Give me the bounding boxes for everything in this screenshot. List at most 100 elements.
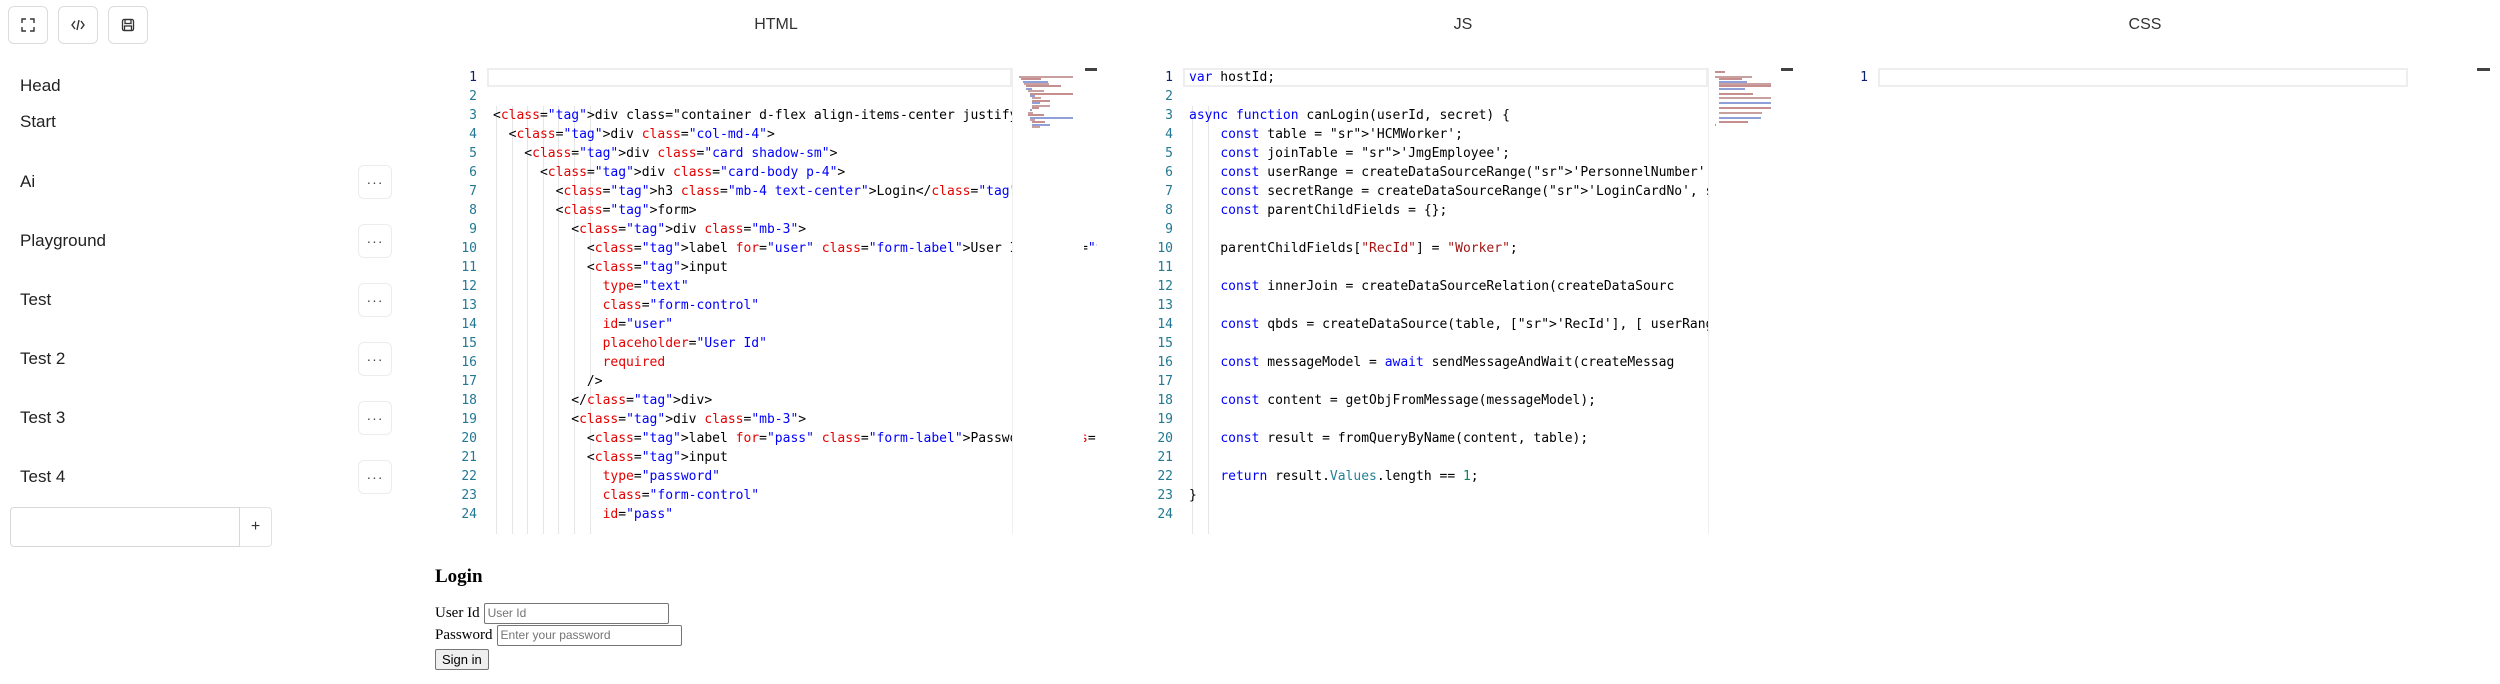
- code-line[interactable]: [1189, 505, 1793, 524]
- code-line[interactable]: async function canLogin(userId, secret) …: [1189, 106, 1793, 125]
- code-line[interactable]: <class="tag">label for="user" class="for…: [493, 239, 1097, 258]
- code-line[interactable]: var hostId;: [1189, 68, 1793, 87]
- code-line[interactable]: type="password": [493, 467, 1097, 486]
- line-number: 3: [469, 108, 477, 123]
- code-line[interactable]: [493, 87, 1097, 106]
- vertical-scrollbar[interactable]: [2477, 68, 2490, 71]
- line-number: 18: [461, 393, 477, 408]
- code-line[interactable]: const table = "sr">'HCMWorker';: [1189, 125, 1793, 144]
- sidebar-item-test-4[interactable]: Test 4 ···: [0, 457, 392, 497]
- js-code-editor[interactable]: 1 2 3 4 5 6 7 8 9 10 11 12 13 14 15 16 17 18 19 20 21 22 23 24 …: [1131, 68, 1793, 534]
- code-line[interactable]: [1189, 296, 1793, 315]
- line-number: 9: [469, 222, 477, 237]
- line-number: 17: [1157, 374, 1173, 389]
- html-code-editor[interactable]: 1 2 3 4 5 6 7 8 9 10 11 12 13 14 15 16 17 18 19 20 21 22 23 24 …: [435, 68, 1097, 534]
- code-line[interactable]: return result.Values.length == 1;: [1189, 467, 1793, 486]
- more-options-button[interactable]: ···: [358, 460, 392, 494]
- code-lines[interactable]: [1884, 68, 2490, 87]
- fullscreen-button[interactable]: [8, 6, 48, 44]
- line-number: 2: [469, 89, 477, 104]
- code-line[interactable]: <class="tag">div class="mb-3">: [493, 220, 1097, 239]
- code-line[interactable]: parentChildFields["RecId"] = "Worker";: [1189, 239, 1793, 258]
- more-options-button[interactable]: ···: [358, 401, 392, 435]
- minimap[interactable]: [1012, 68, 1084, 534]
- sidebar-item-test-3[interactable]: Test 3 ···: [0, 398, 392, 438]
- minimap[interactable]: [1708, 68, 1780, 534]
- code-line[interactable]: const userRange = createDataSourceRange(…: [1189, 163, 1793, 182]
- user-id-row: User Id: [435, 602, 682, 624]
- code-line[interactable]: [1884, 68, 2490, 87]
- more-options-button[interactable]: ···: [358, 165, 392, 199]
- more-options-button[interactable]: ···: [358, 283, 392, 317]
- code-line[interactable]: const messageModel = await sendMessageAn…: [1189, 353, 1793, 372]
- add-item-button[interactable]: +: [240, 507, 272, 547]
- line-number: 7: [1165, 184, 1173, 199]
- code-line[interactable]: [1189, 372, 1793, 391]
- code-line[interactable]: id="pass": [493, 505, 1097, 524]
- sidebar-item-test-2[interactable]: Test 2 ···: [0, 339, 392, 379]
- code-line[interactable]: <class="tag">div class="card shadow-sm">: [493, 144, 1097, 163]
- code-line[interactable]: [493, 68, 1097, 87]
- sidebar-item-label: Ai: [20, 172, 36, 191]
- code-line[interactable]: const parentChildFields = {};: [1189, 201, 1793, 220]
- minimap-line: [1029, 116, 1073, 119]
- code-line[interactable]: [1189, 258, 1793, 277]
- minimap-line: [1718, 107, 1771, 109]
- ellipsis-icon: ···: [366, 351, 384, 367]
- more-options-button[interactable]: ···: [358, 224, 392, 258]
- html-panel-title: HTML: [754, 16, 798, 33]
- code-line[interactable]: </class="tag">div>: [493, 391, 1097, 410]
- code-line[interactable]: <class="tag">label for="pass" class="for…: [493, 429, 1097, 448]
- code-line[interactable]: <class="tag">form>: [493, 201, 1097, 220]
- user-id-input[interactable]: [483, 602, 669, 624]
- code-line[interactable]: [1189, 87, 1793, 106]
- vertical-scrollbar[interactable]: [1781, 68, 1793, 71]
- css-code-editor[interactable]: 1: [1826, 68, 2490, 534]
- code-line[interactable]: id="user": [493, 315, 1097, 334]
- code-line[interactable]: [1189, 410, 1793, 429]
- code-lines[interactable]: var hostId; async function canLogin(user…: [1189, 68, 1793, 524]
- code-line[interactable]: }: [1189, 486, 1793, 505]
- code-line[interactable]: const result = fromQueryByName(content, …: [1189, 429, 1793, 448]
- code-line[interactable]: [1189, 334, 1793, 353]
- sidebar-item-label: Test: [20, 290, 52, 309]
- code-line[interactable]: <class="tag">h3 class="mb-4 text-center"…: [493, 182, 1097, 201]
- code-line[interactable]: <class="tag">div class="mb-3">: [493, 410, 1097, 429]
- code-lines[interactable]: <class="tag">div class="container d-flex…: [493, 68, 1097, 524]
- sidebar-start-label[interactable]: Start: [20, 112, 56, 132]
- more-options-button[interactable]: ···: [358, 342, 392, 376]
- code-line[interactable]: [1189, 448, 1793, 467]
- sidebar-item-ai[interactable]: Ai ···: [0, 162, 392, 202]
- code-line[interactable]: const qbds = createDataSource(table, ["s…: [1189, 315, 1793, 334]
- line-number: 22: [461, 469, 477, 484]
- code-line[interactable]: const joinTable = "sr">'JmgEmployee';: [1189, 144, 1793, 163]
- new-item-input[interactable]: [10, 507, 240, 547]
- sign-in-button[interactable]: Sign in: [435, 649, 489, 670]
- save-button[interactable]: [108, 6, 148, 44]
- code-view-button[interactable]: [58, 6, 98, 44]
- code-line[interactable]: <class="tag">input: [493, 448, 1097, 467]
- minimap-line: [1031, 126, 1040, 129]
- code-line[interactable]: <class="tag">div class="col-md-4">: [493, 125, 1097, 144]
- sidebar-item-test[interactable]: Test ···: [0, 280, 392, 320]
- code-line[interactable]: <class="tag">input: [493, 258, 1097, 277]
- code-line[interactable]: const content = getObjFromMessage(messag…: [1189, 391, 1793, 410]
- code-line[interactable]: [1189, 220, 1793, 239]
- line-number-gutter: 1: [1826, 68, 1868, 87]
- password-input[interactable]: [496, 624, 682, 646]
- code-line[interactable]: <class="tag">div class="card-body p-4">: [493, 163, 1097, 182]
- code-line[interactable]: type="text": [493, 277, 1097, 296]
- code-line[interactable]: class="form-control": [493, 296, 1097, 315]
- code-line[interactable]: placeholder="User Id": [493, 334, 1097, 353]
- line-number: 14: [1157, 317, 1173, 332]
- code-line[interactable]: <class="tag">div class="container d-flex…: [493, 106, 1097, 125]
- sidebar-head-label[interactable]: Head: [20, 76, 61, 96]
- code-line[interactable]: const innerJoin = createDataSourceRelati…: [1189, 277, 1793, 296]
- code-line[interactable]: const secretRange = createDataSourceRang…: [1189, 182, 1793, 201]
- code-line[interactable]: required: [493, 353, 1097, 372]
- sidebar-item-playground[interactable]: Playground ···: [0, 221, 392, 261]
- vertical-scrollbar[interactable]: [1085, 68, 1097, 71]
- code-line[interactable]: class="form-control": [493, 486, 1097, 505]
- code-line[interactable]: />: [493, 372, 1097, 391]
- ellipsis-icon: ···: [366, 233, 384, 249]
